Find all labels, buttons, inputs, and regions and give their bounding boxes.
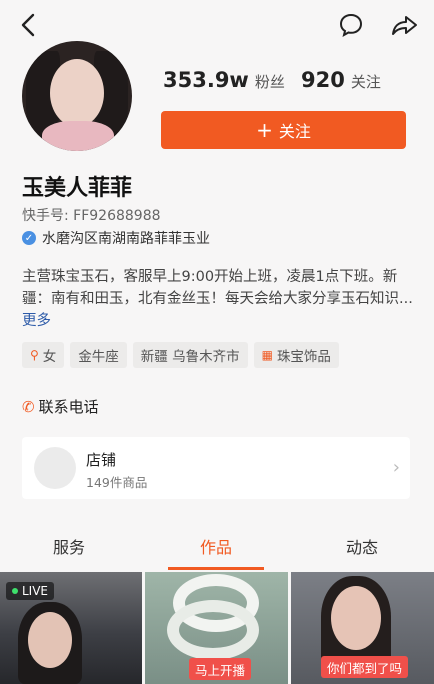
- active-tab-indicator: [168, 567, 264, 570]
- tab-works[interactable]: 作品: [200, 534, 232, 558]
- follow-button[interactable]: + 关注: [161, 111, 406, 149]
- tag-zodiac: 金牛座: [70, 342, 127, 368]
- content-tabs: 服务 作品 动态: [0, 522, 434, 570]
- contact-phone[interactable]: ✆ 联系电话: [22, 396, 99, 417]
- bio: 主营珠宝玉石，客服早上9:00开始上班，凌晨1点下班。新疆：南有和田玉，北有金丝…: [22, 266, 414, 332]
- chat-bubble-icon[interactable]: [336, 10, 366, 40]
- back-arrow-icon[interactable]: [14, 10, 44, 40]
- female-icon: ⚲: [30, 348, 39, 362]
- tag-label: 珠宝饰品: [276, 349, 331, 365]
- kuaishou-id: 快手号: FF92688988: [22, 208, 161, 224]
- thumbnail-face: [331, 586, 381, 650]
- video-thumbnail-live[interactable]: LIVE: [0, 572, 142, 684]
- thumbnail-caption: 马上开播: [189, 658, 252, 680]
- tag-region: 新疆 乌鲁木齐市: [132, 342, 248, 368]
- thumbnail-face: [28, 612, 72, 668]
- tag-label: 新疆 乌鲁木齐市: [140, 349, 240, 365]
- fans-stat[interactable]: 353.9w 粉丝: [163, 68, 285, 92]
- tag-category[interactable]: ▦ 珠宝饰品: [253, 342, 339, 368]
- phone-icon: ✆: [22, 397, 35, 416]
- tab-moments[interactable]: 动态: [346, 534, 378, 558]
- tab-services[interactable]: 服务: [53, 534, 85, 558]
- avatar[interactable]: [22, 41, 132, 151]
- following-stat[interactable]: 920 关注: [301, 68, 381, 92]
- plus-icon: +: [256, 118, 273, 142]
- following-label: 关注: [350, 73, 381, 91]
- shop-avatar: [34, 447, 76, 489]
- bangle-shape: [167, 600, 259, 660]
- jewelry-icon: ▦: [261, 348, 273, 362]
- follow-button-label: 关注: [278, 122, 311, 141]
- shop-title: 店铺: [86, 451, 117, 469]
- verified-check-icon: ✓: [22, 231, 36, 245]
- bio-text: 主营珠宝玉石，客服早上9:00开始上班，凌晨1点下班。新疆：南有和田玉，北有金丝…: [22, 269, 413, 307]
- live-badge: LIVE: [6, 582, 55, 600]
- live-badge-label: LIVE: [22, 584, 49, 598]
- tag-label: 女: [42, 349, 57, 365]
- shop-subtitle: 149件商品: [86, 475, 148, 490]
- tag-label: 金牛座: [78, 349, 119, 365]
- shop-card[interactable]: 店铺 149件商品 ›: [22, 437, 410, 499]
- video-thumbnail-bangle[interactable]: 马上开播: [145, 572, 288, 684]
- location[interactable]: ✓ 水磨沟区南湖南路菲菲玉业: [22, 228, 210, 248]
- live-dot-icon: [12, 588, 18, 594]
- thumbnail-caption: 你们都到了吗: [321, 656, 409, 678]
- profile-tags: ⚲ 女 金牛座 新疆 乌鲁木齐市 ▦ 珠宝饰品: [22, 342, 339, 368]
- fans-count: 353.9w: [163, 68, 249, 92]
- bio-more-link[interactable]: 更多: [22, 313, 51, 329]
- following-count: 920: [301, 68, 345, 92]
- video-thumbnail-chat[interactable]: 你们都到了吗: [291, 572, 434, 684]
- fans-label: 粉丝: [254, 73, 285, 91]
- contact-phone-label: 联系电话: [38, 398, 99, 416]
- chevron-right-icon: ›: [392, 457, 400, 478]
- tag-gender: ⚲ 女: [22, 342, 65, 368]
- share-arrow-icon[interactable]: [390, 10, 420, 40]
- location-text: 水磨沟区南湖南路菲菲玉业: [42, 231, 210, 247]
- profile-name: 玉美人菲菲: [22, 176, 133, 201]
